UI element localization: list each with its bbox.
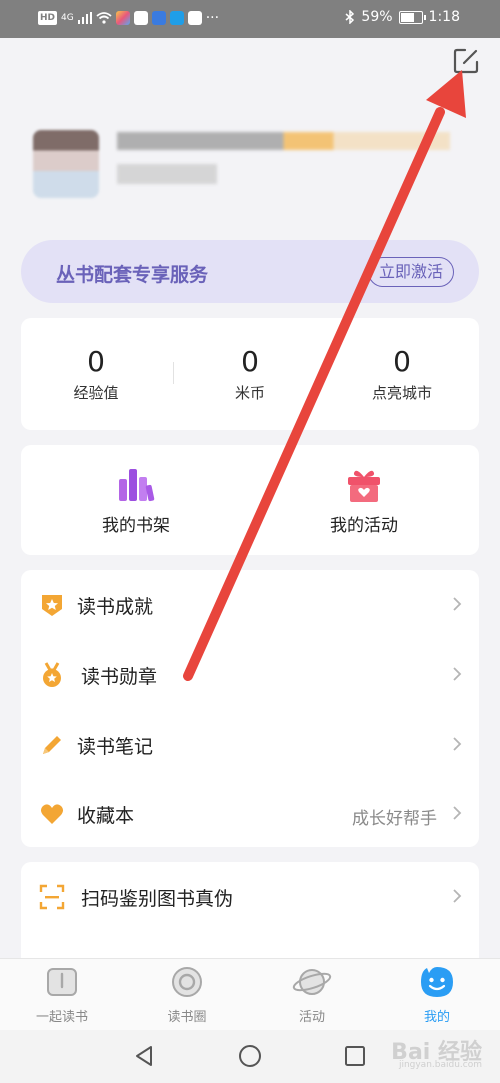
signal-icon (77, 12, 92, 24)
menu-label: 读书成就 (77, 596, 154, 618)
menu-hint: 成长好帮手 (352, 809, 437, 829)
stat-label: 米币 (234, 384, 265, 402)
back-icon[interactable] (133, 1044, 155, 1068)
avatar[interactable] (33, 130, 99, 198)
chevron-right-icon (453, 597, 462, 611)
user-info-blurred (117, 164, 217, 184)
stat-experience[interactable]: 0 经验值 (21, 346, 171, 403)
home-icon[interactable] (238, 1044, 262, 1068)
gift-icon (348, 470, 380, 502)
battery-percent: 59% (361, 9, 393, 25)
achievement-badge-icon (42, 595, 62, 616)
battery-icon (398, 10, 426, 24)
search-notification-icon (169, 11, 184, 25)
tab-label: 我的 (423, 1010, 450, 1025)
watermark-url: jingyan.baidu.com (398, 1060, 482, 1070)
menu-item-scan[interactable]: 扫码鉴别图书真伪 (21, 862, 479, 930)
heart-icon (41, 804, 63, 824)
menu-label: 扫码鉴别图书真伪 (81, 888, 234, 910)
recents-icon[interactable] (344, 1044, 366, 1068)
status-right: 59% 1:18 (345, 9, 460, 25)
my-activity-button[interactable]: 我的活动 (264, 465, 464, 536)
menu-item-favorites[interactable]: 收藏本 成长好帮手 (21, 779, 479, 847)
tab-label: 活动 (298, 1010, 325, 1025)
shortcuts-card: 我的书架 我的活动 (21, 445, 479, 555)
status-bar: HD 4G ··· 59% 1:18 (0, 0, 500, 38)
stat-coins[interactable]: 0 米币 (175, 346, 325, 403)
circle-icon (172, 967, 202, 997)
mail-notification-icon (187, 11, 202, 25)
tab-me[interactable]: 我的 (387, 965, 487, 1025)
tab-activity[interactable]: 活动 (262, 965, 362, 1025)
chevron-right-icon (453, 889, 462, 903)
shortcut-label: 我的活动 (330, 516, 398, 536)
wifi-icon (96, 12, 112, 24)
scan-icon (39, 884, 65, 910)
tab-reading-circle[interactable]: 读书圈 (137, 965, 237, 1025)
smiley-icon (421, 967, 453, 997)
book-icon (47, 968, 77, 996)
stat-value: 0 (393, 345, 411, 378)
hd-indicator: HD (38, 11, 58, 25)
chevron-right-icon (453, 737, 462, 751)
menu-card: 读书成就 读书勋章 读书笔记 收藏本 成长好帮手 (21, 570, 479, 847)
username-blurred (117, 132, 450, 150)
stat-label: 经验值 (73, 384, 119, 402)
medal-icon (43, 662, 61, 687)
bluetooth-icon (345, 10, 355, 24)
service-title: 丛书配套专享服务 (56, 264, 209, 286)
bookshelf-icon (119, 469, 155, 502)
menu-item-notes[interactable]: 读书笔记 (21, 710, 479, 778)
divider (173, 362, 174, 384)
my-bookshelf-button[interactable]: 我的书架 (36, 465, 236, 536)
tab-read-together[interactable]: 一起读书 (12, 965, 112, 1025)
hand-notification-icon (133, 11, 148, 25)
menu-label: 读书勋章 (81, 666, 158, 688)
stat-value: 0 (241, 345, 259, 378)
menu-label: 读书笔记 (77, 736, 154, 758)
chevron-right-icon (453, 667, 462, 681)
stat-value: 0 (87, 345, 105, 378)
more-notifications: ··· (205, 10, 220, 26)
activate-button[interactable]: 立即激活 (367, 257, 454, 287)
shortcut-label: 我的书架 (102, 516, 170, 536)
service-banner[interactable]: 丛书配套专享服务 立即激活 (21, 240, 479, 303)
bottom-nav: 一起读书 读书圈 活动 我的 (0, 958, 500, 1031)
planet-icon (292, 969, 332, 995)
edit-icon[interactable] (452, 47, 480, 75)
tab-label: 读书圈 (167, 1010, 207, 1025)
status-left-icons: HD 4G ··· (38, 10, 219, 26)
app-notification-icon-2 (151, 11, 166, 25)
stats-card: 0 经验值 0 米币 0 点亮城市 (21, 318, 479, 430)
clock: 1:18 (428, 9, 460, 25)
stat-cities[interactable]: 0 点亮城市 (327, 346, 477, 403)
stat-label: 点亮城市 (371, 384, 432, 402)
menu-item-medal[interactable]: 读书勋章 (21, 640, 479, 708)
tab-label: 一起读书 (35, 1010, 88, 1025)
pencil-icon (43, 736, 61, 754)
network-type: 4G (61, 13, 74, 23)
menu-item-achievement[interactable]: 读书成就 (21, 570, 479, 638)
app-notification-icon (115, 11, 130, 25)
menu-label: 收藏本 (77, 805, 135, 827)
chevron-right-icon (453, 806, 462, 820)
